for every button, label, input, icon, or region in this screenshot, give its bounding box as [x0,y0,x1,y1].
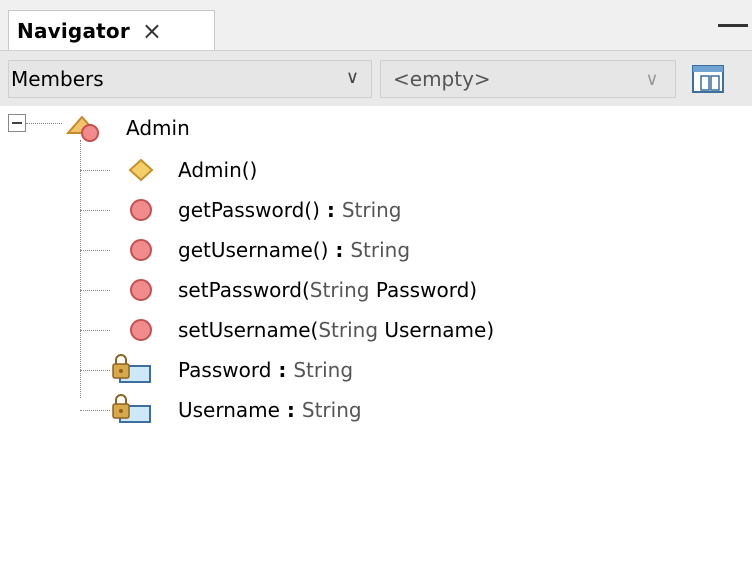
tree-connector [80,410,110,411]
member-type: String [293,358,354,382]
private-field-icon [110,354,154,391]
class-icon [62,111,102,148]
member-name: getPassword() [178,198,320,222]
tree-connector [80,210,110,211]
member-type: String [350,238,411,262]
method-name: setPassword( [178,278,310,302]
members-dropdown[interactable]: Members ∨ [8,60,372,98]
minimize-icon[interactable] [718,24,748,27]
filter-dropdown-value: <empty> [393,67,491,91]
type-separator: : [328,238,351,262]
members-tree: Admin Admin() getPassword() : String getUs… [0,106,752,561]
tree-item-label: Password : String [178,358,353,382]
member-name: getUsername() [178,238,329,262]
tree-item-label: setPassword(String Password) [178,278,477,302]
view-options-icon[interactable] [688,59,728,99]
tab-navigator[interactable]: Navigator × [8,10,215,50]
members-dropdown-value: Members [11,67,104,91]
member-type: String [341,198,402,222]
tree-connector [80,250,110,251]
method-icon [126,236,156,269]
tree-item-label: getPassword() : String [178,198,402,222]
close-icon[interactable]: × [142,19,162,43]
tree-connector [80,290,110,291]
type-separator: : [279,398,302,422]
type-separator: : [319,198,342,222]
filter-dropdown[interactable]: <empty> ∨ [380,60,676,98]
tree-connector [80,140,81,398]
tree-connector [80,170,110,171]
constructor-icon [126,156,156,189]
param-type: String [318,318,379,342]
tree-root-label: Admin [126,116,190,140]
tree-item-label: Username : String [178,398,362,422]
method-icon [126,276,156,309]
tab-title: Navigator [17,18,130,43]
navigator-panel: Navigator × Members ∨ <empty> ∨ Admin Ad… [0,0,752,561]
tree-connector [80,330,110,331]
tree-item-label: getUsername() : String [178,238,410,262]
method-icon [126,316,156,349]
private-field-icon [110,394,154,431]
collapse-icon[interactable] [8,114,26,132]
param-type: String [309,278,370,302]
member-name: Username [178,398,280,422]
member-name: Password [178,358,272,382]
method-name: setUsername( [178,318,319,342]
param-name: Username) [378,318,495,342]
member-name: Admin() [178,158,258,182]
tree-item-label: setUsername(String Username) [178,318,494,342]
tree-connector [80,370,110,371]
type-separator: : [271,358,294,382]
member-type: String [301,398,362,422]
method-icon [126,196,156,229]
chevron-down-icon: ∨ [345,67,359,88]
param-name: Password) [369,278,478,302]
tree-item-label: Admin() [178,158,257,182]
chevron-down-icon: ∨ [645,68,659,90]
tab-bar: Navigator × [0,0,752,50]
navigator-toolbar: Members ∨ <empty> ∨ [0,50,752,107]
